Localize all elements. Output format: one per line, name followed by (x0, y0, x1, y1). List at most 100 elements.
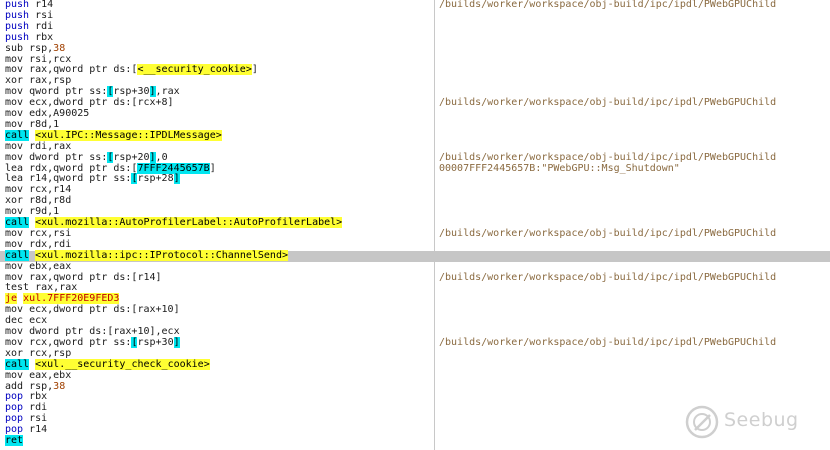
mnemonic: xor (5, 75, 24, 87)
operand: rcx,r14 (23, 184, 72, 196)
instruction-row[interactable]: test rax,rax (0, 282, 830, 294)
operand: r14,qword ptr ss: (23, 173, 132, 185)
operand: ,rax (155, 86, 180, 98)
comment-text: /builds/worker/workspace/obj-build/ipc/i… (439, 0, 777, 10)
operand: rsp, (23, 42, 54, 54)
highlighted-operand: ] (173, 173, 180, 185)
operand: rdi (29, 20, 54, 32)
mnemonic: mov (5, 118, 24, 130)
highlighted-operand: 7FFF2445657B (137, 162, 210, 174)
mnemonic: add (5, 380, 24, 392)
highlighted-operand: ] (173, 336, 180, 348)
operand: rdx,qword ptr ds:[ (23, 162, 138, 174)
operand: dword ptr ss: (23, 151, 108, 163)
instruction-row[interactable]: add rsp,38 (0, 380, 830, 393)
operand: rsp+30 (113, 86, 150, 98)
mnemonic: pop (5, 413, 24, 425)
operand: rax,qword ptr ds:[ (23, 64, 138, 76)
instruction-row[interactable]: pop rbx (0, 391, 830, 403)
operand: 38 (53, 380, 66, 392)
mnemonic: push (5, 20, 30, 32)
operand: ecx,dword ptr ds:[rcx+8] (23, 97, 174, 109)
operand: r8d,r8d (23, 195, 72, 207)
mnemonic: test (5, 282, 30, 294)
instruction-row[interactable]: push rsi (0, 9, 830, 22)
operand: ecx (23, 315, 48, 327)
instruction-row[interactable]: mov ecx,dword ptr ds:[rax+10] (0, 304, 830, 316)
operand: r8d,1 (23, 118, 60, 130)
operand: ] (209, 162, 216, 174)
mnemonic: mov (5, 260, 24, 272)
instruction-row[interactable]: sub rsp,38 (0, 42, 830, 55)
comment-text: /builds/worker/workspace/obj-build/ipc/i… (439, 336, 777, 348)
mnemonic: mov (5, 108, 24, 119)
mnemonic: call (5, 129, 30, 141)
mnemonic: mov (5, 227, 24, 239)
operand: rcx,rsp (23, 347, 72, 359)
mnemonic: mov (5, 326, 24, 337)
operand: eax,ebx (23, 369, 72, 381)
mnemonic: lea (5, 162, 24, 174)
call-target[interactable]: <xul.mozilla::AutoProfilerLabel::AutoPro… (35, 217, 343, 228)
mnemonic: mov (5, 238, 24, 250)
operand: rsp+30 (137, 336, 174, 348)
mnemonic: push (5, 0, 30, 10)
operand: dword ptr ds:[rax+10],ecx (23, 326, 180, 337)
operand: ebx,eax (23, 260, 72, 272)
operand: rsi,rcx (23, 53, 72, 65)
mnemonic: mov (5, 140, 24, 152)
call-target[interactable]: <xul.__security_check_cookie> (35, 358, 210, 370)
operand: ,0 (155, 151, 168, 163)
comment-text: 00007FFF2445657B:"PWebGPU::Msg_Shutdown" (439, 162, 680, 174)
instruction-row[interactable]: mov rax,qword ptr ds:[<__security_cookie… (0, 64, 830, 76)
seebug-wordmark: Seebug (724, 409, 799, 431)
operand: rsi (23, 413, 48, 425)
operand: rax,rax (29, 282, 78, 294)
instruction-row[interactable]: call <xul.IPC::Message::IPDLMessage> (0, 129, 830, 142)
operand: ecx,dword ptr ds:[rax+10] (23, 304, 180, 316)
mnemonic: dec (5, 315, 24, 327)
operand: rsp+20 (113, 151, 150, 163)
mnemonic: mov (5, 64, 24, 76)
instruction-row[interactable]: xor r8d,r8d (0, 195, 830, 207)
operand: rbx (23, 391, 48, 403)
mnemonic: push (5, 31, 30, 43)
operand: rax,qword ptr ds:[r14] (23, 271, 162, 283)
mnemonic: je (5, 293, 18, 305)
instruction-row[interactable]: push rbx (0, 31, 830, 44)
call-target[interactable]: <__security_cookie> (137, 64, 252, 76)
instruction-row[interactable]: mov rcx,r14 (0, 184, 830, 196)
mnemonic: mov (5, 86, 24, 98)
mnemonic: mov (5, 184, 24, 196)
mnemonic: call (5, 249, 30, 261)
instruction-row[interactable]: push r14/builds/worker/workspace/obj-bui… (0, 0, 830, 11)
mnemonic: mov (5, 369, 24, 381)
disassembly-view[interactable]: push r14/builds/worker/workspace/obj-bui… (0, 0, 830, 450)
mnemonic: mov (5, 336, 24, 348)
operand: rsp, (23, 380, 54, 392)
instruction-row[interactable]: mov edx,A90025 (0, 108, 830, 120)
instruction-row[interactable]: mov rax,qword ptr ds:[r14] /builds/worker… (0, 271, 830, 284)
mnemonic: xor (5, 195, 24, 207)
call-target[interactable]: <xul.IPC::Message::IPDLMessage> (35, 129, 222, 141)
mnemonic: mov (5, 53, 24, 65)
instruction-row-selected[interactable]: call <xul.mozilla::ipc::IProtocol::Chann… (0, 249, 830, 262)
instruction-row[interactable]: mov eax,ebx (0, 369, 830, 382)
mnemonic: pop (5, 391, 24, 403)
mnemonic: call (5, 358, 30, 370)
mnemonic: push (5, 9, 30, 21)
mnemonic: lea (5, 173, 24, 185)
instruction-row[interactable]: mov ecx,dword ptr ds:[rcx+8] /builds/work… (0, 97, 830, 109)
call-target[interactable]: <xul.mozilla::ipc::IProtocol::ChannelSen… (35, 249, 288, 261)
operand: r14 (23, 424, 48, 436)
instruction-row[interactable]: mov rcx,qword ptr ss:[rsp+30]/builds/wor… (0, 336, 830, 349)
instruction-row[interactable]: lea r14,qword ptr ss:[rsp+28] (0, 173, 830, 185)
instruction-row[interactable]: mov rcx,rsi/builds/worker/workspace/obj-… (0, 227, 830, 240)
instruction-text: ret (5, 435, 24, 447)
mnemonic: ret (5, 435, 24, 446)
instruction-row[interactable]: push rdi (0, 20, 830, 33)
call-target[interactable]: xul.7FFF20E9FED3 (23, 293, 120, 305)
operand: rcx,qword ptr ss: (23, 336, 132, 348)
mnemonic: call (5, 217, 30, 228)
instruction-row[interactable]: call <xul.__security_check_cookie> (0, 358, 830, 371)
